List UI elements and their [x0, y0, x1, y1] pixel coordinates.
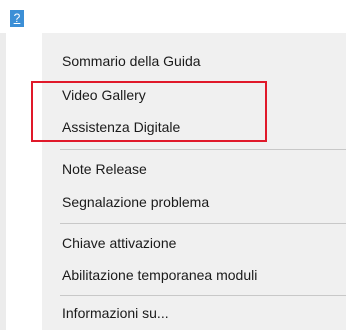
- menu-bar: ?: [0, 0, 346, 32]
- help-menu-button[interactable]: ?: [10, 10, 24, 27]
- highlight-annotation-box: [31, 81, 267, 142]
- menu-item-sommario-guida[interactable]: Sommario della Guida: [62, 47, 201, 75]
- menu-separator: [60, 223, 346, 224]
- menu-separator: [60, 149, 346, 150]
- menu-item-chiave-attivazione[interactable]: Chiave attivazione: [62, 229, 176, 257]
- window-left-edge: [0, 33, 6, 330]
- menu-item-segnalazione-problema[interactable]: Segnalazione problema: [62, 188, 209, 216]
- help-dropdown-menu: Sommario della Guida Video Gallery Assis…: [42, 33, 346, 330]
- menu-item-note-release[interactable]: Note Release: [62, 155, 147, 183]
- menu-item-abilitazione-temporanea-moduli[interactable]: Abilitazione temporanea moduli: [62, 261, 257, 289]
- menu-separator: [60, 295, 346, 296]
- menu-item-informazioni-su[interactable]: Informazioni su...: [62, 299, 169, 327]
